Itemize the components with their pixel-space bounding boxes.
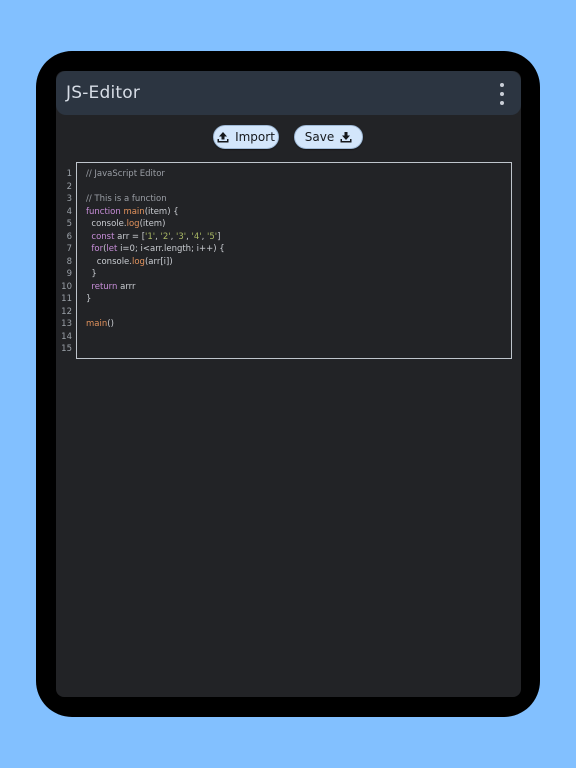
code-token: return <box>86 281 121 292</box>
code-line: function main(item) { <box>86 206 225 219</box>
code-token: main <box>86 319 108 329</box>
line-number: 11 <box>61 294 72 304</box>
code-token: '2' <box>160 231 171 242</box>
save-button[interactable]: Save <box>294 125 363 149</box>
code-token: let <box>106 244 121 254</box>
code-line: } <box>86 268 225 281</box>
code-token: '3' <box>176 231 187 242</box>
line-number: 13 <box>61 319 72 329</box>
code-token: const <box>86 231 118 242</box>
code-token: '4' <box>191 231 202 242</box>
line-number: 6 <box>66 231 72 242</box>
code-token: // JavaScript Editor <box>86 169 165 179</box>
code-token: i=0; i<arr.length; i++) { <box>120 244 225 254</box>
code-token: () <box>107 319 114 329</box>
code-token: (item) <box>139 219 166 229</box>
tablet-frame: JS-Editor Import Save 1 2 3 4 5 6 7 8 9 10 11 12 13 1… <box>36 51 540 717</box>
code-line: return arrr <box>86 281 225 294</box>
menu-dot <box>500 101 504 105</box>
code-token: for <box>86 244 104 254</box>
download-icon <box>340 131 352 142</box>
code-line: const arr = ['1', '2', '3', '4', '5'] <box>86 231 225 244</box>
code-token: '1' <box>145 231 156 242</box>
code-line: main() <box>86 318 225 331</box>
import-button[interactable]: Import <box>213 125 279 149</box>
code-line: // This is a function <box>86 193 225 206</box>
line-number: 12 <box>61 306 72 317</box>
app-screen: JS-Editor Import Save 1 2 3 4 5 6 7 8 9 10 11 12 13 1… <box>56 71 521 697</box>
import-label: Import <box>235 130 275 144</box>
code-token: (item) { <box>144 206 179 217</box>
line-number: 7 <box>66 244 72 254</box>
code-token: function <box>86 206 124 217</box>
line-number: 3 <box>66 194 72 204</box>
more-vertical-icon[interactable] <box>497 83 507 105</box>
code-token: arrr <box>120 281 136 292</box>
app-bar: JS-Editor <box>56 71 521 115</box>
line-number: 8 <box>66 256 72 267</box>
code-line: console.log(arr[i]) <box>86 256 225 269</box>
save-label: Save <box>304 130 335 144</box>
code-token: arr = [ <box>117 231 146 242</box>
code-line: for(let i=0; i<arr.length; i++) { <box>86 243 225 256</box>
line-number-gutter: 1 2 3 4 5 6 7 8 9 10 11 12 13 14 15 <box>56 168 72 356</box>
code-token: // This is a function <box>86 194 167 204</box>
code-token: log <box>132 256 145 267</box>
line-number: 5 <box>66 219 72 229</box>
app-title: JS-Editor <box>66 83 141 103</box>
code-line: console.log(item) <box>86 218 225 231</box>
code-token: '5' <box>207 231 218 242</box>
menu-dot <box>500 92 504 96</box>
line-number: 2 <box>66 181 72 192</box>
code-token: } <box>86 294 92 304</box>
code-token: main <box>123 206 145 217</box>
code-area[interactable]: // JavaScript Editor // This is a functio… <box>86 168 225 356</box>
line-number: 1 <box>66 169 72 179</box>
line-number: 15 <box>61 344 72 354</box>
code-line: // JavaScript Editor <box>86 168 225 181</box>
code-token: console. <box>86 256 132 267</box>
code-line: } <box>86 293 225 306</box>
code-token: ] <box>217 231 221 242</box>
menu-dot <box>500 83 504 87</box>
line-number: 9 <box>66 269 72 279</box>
line-number: 10 <box>61 281 72 292</box>
line-number: 4 <box>66 206 72 217</box>
upload-icon <box>217 131 229 142</box>
code-token: console. <box>86 219 127 229</box>
code-token: } <box>86 269 97 279</box>
code-token: log <box>126 219 140 229</box>
code-token: (arr[i]) <box>144 256 173 267</box>
line-number: 14 <box>61 331 72 342</box>
